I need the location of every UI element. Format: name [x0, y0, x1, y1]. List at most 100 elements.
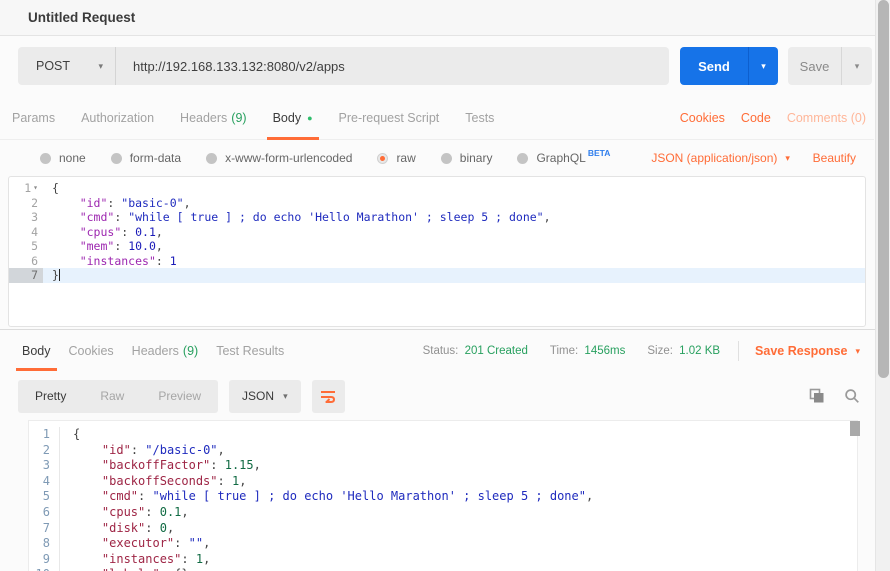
view-raw-button[interactable]: Raw — [83, 380, 141, 413]
comments-link[interactable]: Comments (0) — [787, 111, 866, 125]
cookies-link[interactable]: Cookies — [680, 111, 725, 125]
tab-prerequest-script[interactable]: Pre-request Script — [339, 96, 440, 140]
headers-count-badge: (9) — [231, 111, 246, 125]
response-tab-headers-label: Headers — [132, 344, 179, 358]
line-number: 6 — [29, 505, 59, 521]
tab-headers[interactable]: Headers (9) — [180, 96, 247, 140]
tab-params[interactable]: Params — [12, 96, 55, 140]
response-format-select[interactable]: JSON ▾ — [229, 380, 301, 413]
code-line[interactable]: 2 "id": "basic-0", — [9, 196, 865, 211]
bodytype-raw[interactable]: raw — [377, 151, 415, 165]
method-select[interactable]: POST ▾ — [18, 47, 116, 85]
line-number: 8 — [29, 536, 59, 552]
code-line[interactable]: 2 "id": "/basic-0", — [29, 443, 857, 459]
search-response-button[interactable] — [844, 388, 860, 404]
line-number: 5 — [29, 489, 59, 505]
save-response-button[interactable]: Save Response ▾ — [755, 344, 860, 358]
chevron-down-icon: ▾ — [283, 391, 288, 402]
radio-icon — [441, 153, 452, 164]
code-link[interactable]: Code — [741, 111, 771, 125]
tab-tests-label: Tests — [465, 111, 494, 125]
save-button[interactable]: Save — [788, 47, 841, 85]
line-number: 7 — [29, 521, 59, 537]
request-body-editor[interactable]: 1▾{2 "id": "basic-0",3 "cmd": "while [ t… — [8, 176, 866, 327]
save-options-button[interactable]: ▾ — [841, 47, 872, 85]
beautify-link[interactable]: Beautify — [813, 151, 856, 165]
view-pretty-button[interactable]: Pretty — [18, 380, 83, 413]
tab-body-label: Body — [273, 111, 302, 125]
chevron-down-icon: ▾ — [855, 61, 860, 72]
line-number: 5 — [9, 239, 43, 254]
radio-icon — [206, 153, 217, 164]
beta-badge: BETA — [588, 148, 611, 158]
code-line[interactable]: 8 "executor": "", — [29, 536, 857, 552]
line-number: 1 — [29, 427, 59, 443]
tab-tests[interactable]: Tests — [465, 96, 494, 140]
code-line[interactable]: 1{ — [29, 427, 857, 443]
code-line[interactable]: 3 "backoffFactor": 1.15, — [29, 458, 857, 474]
url-input[interactable]: http://192.168.133.132:8080/v2/apps — [116, 47, 669, 85]
page-scrollbar-thumb[interactable] — [878, 0, 889, 378]
wrap-text-button[interactable] — [312, 380, 345, 413]
response-tab-headers[interactable]: Headers (9) — [132, 331, 199, 371]
content-type-value: JSON (application/json) — [651, 151, 777, 165]
code-line[interactable]: 1▾{ — [9, 181, 865, 196]
code-line[interactable]: 7 "disk": 0, — [29, 521, 857, 537]
response-tab-body-label: Body — [22, 344, 51, 358]
code-line[interactable]: 3 "cmd": "while [ true ] ; do echo 'Hell… — [9, 210, 865, 225]
response-tab-body[interactable]: Body — [22, 331, 51, 371]
wrap-text-icon — [320, 389, 337, 403]
tab-params-label: Params — [12, 111, 55, 125]
method-url-group: POST ▾ http://192.168.133.132:8080/v2/ap… — [18, 47, 669, 85]
code-line-text: "instances": 1, — [59, 552, 210, 568]
code-line[interactable]: 5 "cmd": "while [ true ] ; do echo 'Hell… — [29, 489, 857, 505]
code-line[interactable]: 4 "backoffSeconds": 1, — [29, 474, 857, 490]
radio-icon — [517, 153, 528, 164]
tab-body[interactable]: Body ● — [273, 96, 313, 140]
request-tabs: Params Authorization Headers (9) Body ● … — [0, 96, 874, 140]
response-scrollbar-thumb[interactable] — [850, 421, 860, 436]
code-line-text: "executor": "", — [59, 536, 210, 552]
size-pair: Size: 1.02 KB — [647, 345, 720, 357]
code-line-text: "id": "/basic-0", — [59, 443, 225, 459]
code-line[interactable]: 6 "instances": 1 — [9, 254, 865, 269]
postman-request-window: Untitled Request POST ▾ http://192.168.1… — [0, 0, 890, 571]
copy-response-button[interactable] — [809, 388, 825, 404]
code-line-text: { — [59, 427, 80, 443]
response-tab-testresults-label: Test Results — [216, 344, 284, 358]
line-number: 6 — [9, 254, 43, 269]
bodytype-raw-label: raw — [396, 151, 415, 165]
response-toolbar: Pretty Raw Preview JSON ▾ — [0, 373, 874, 419]
code-line[interactable]: 4 "cpus": 0.1, — [9, 225, 865, 240]
bodytype-none[interactable]: none — [40, 151, 86, 165]
send-button[interactable]: Send — [680, 47, 748, 85]
response-tab-cookies[interactable]: Cookies — [69, 331, 114, 371]
radio-icon — [111, 153, 122, 164]
code-line[interactable]: 6 "cpus": 0.1, — [29, 505, 857, 521]
line-number: 10 — [29, 567, 59, 571]
code-line[interactable]: 10 "labels": {}, — [29, 567, 857, 571]
content-type-select[interactable]: JSON (application/json) ▾ — [651, 151, 790, 165]
size-label: Size: — [647, 345, 673, 357]
bodytype-urlencoded[interactable]: x-www-form-urlencoded — [206, 151, 352, 165]
response-meta: Status: 201 Created Time: 1456ms Size: 1… — [401, 341, 874, 361]
page-scrollbar[interactable] — [875, 0, 890, 571]
bodytype-binary[interactable]: binary — [441, 151, 493, 165]
bodytype-graphql[interactable]: GraphQL BETA — [517, 151, 610, 165]
status-label: Status: — [423, 345, 459, 357]
send-split-button: Send ▾ — [680, 47, 778, 85]
code-line[interactable]: 9 "instances": 1, — [29, 552, 857, 568]
line-number: 2 — [29, 443, 59, 459]
view-preview-button[interactable]: Preview — [141, 380, 218, 413]
tab-authorization[interactable]: Authorization — [81, 96, 154, 140]
tab-headers-label: Headers — [180, 111, 227, 125]
response-body-editor[interactable]: 1{2 "id": "/basic-0",3 "backoffFactor": … — [28, 420, 858, 571]
line-number: 1▾ — [9, 181, 43, 196]
code-line[interactable]: 5 "mem": 10.0, — [9, 239, 865, 254]
tab-authorization-label: Authorization — [81, 111, 154, 125]
send-options-button[interactable]: ▾ — [748, 47, 778, 85]
code-line[interactable]: 7} — [9, 268, 865, 283]
response-tab-test-results[interactable]: Test Results — [216, 331, 284, 371]
bodytype-form-data[interactable]: form-data — [111, 151, 181, 165]
fold-caret-icon[interactable]: ▾ — [33, 181, 38, 196]
